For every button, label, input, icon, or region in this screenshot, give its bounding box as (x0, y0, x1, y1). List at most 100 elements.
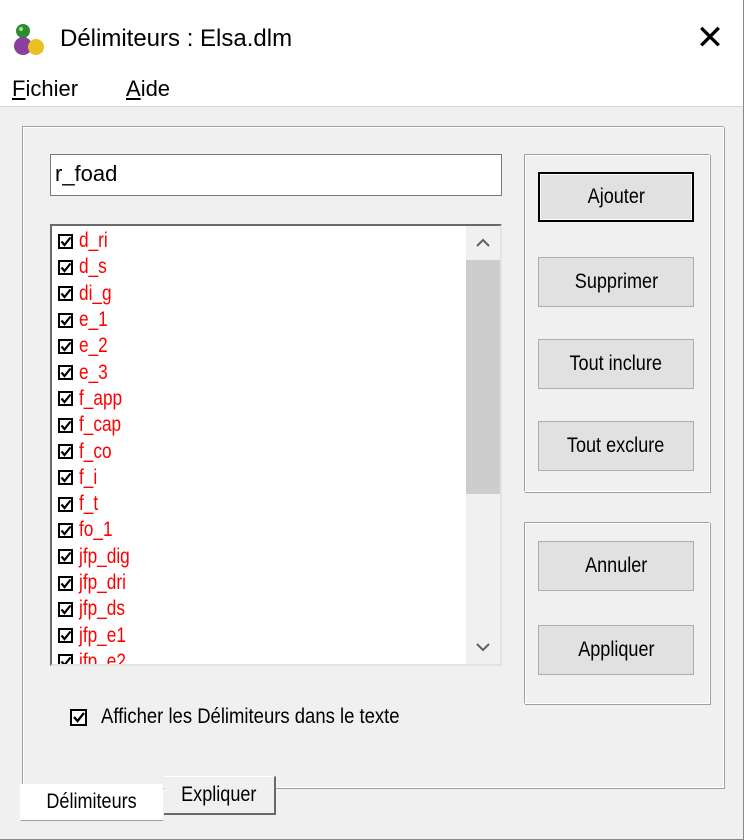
add-button-label: Ajouter (587, 185, 645, 208)
checkmark-icon (60, 473, 72, 484)
list-item[interactable]: jfp_e2 (58, 649, 466, 666)
list-item[interactable]: d_ri (58, 228, 466, 254)
list-item[interactable]: f_app (58, 386, 466, 412)
chevron-up-icon[interactable] (466, 226, 500, 260)
list-item-label: f_cap (79, 413, 122, 437)
checkmark-icon (60, 446, 72, 457)
list-item-checkbox[interactable] (58, 549, 73, 565)
chevron-down-icon[interactable] (466, 630, 500, 664)
menu-aide[interactable]: Aide (126, 76, 170, 102)
list-item-checkbox[interactable] (58, 496, 73, 512)
list-item[interactable]: jfp_dig (58, 544, 466, 570)
list-item-label: f_i (79, 465, 98, 489)
list-item[interactable]: jfp_ds (58, 596, 466, 622)
menu-label: ichier (25, 76, 79, 101)
close-button[interactable]: ✕ (688, 16, 732, 60)
show-delimiters-option[interactable]: Afficher les Délimiteurs dans le texte (70, 705, 440, 729)
list-item-checkbox[interactable] (58, 654, 73, 664)
delete-button[interactable]: Supprimer (538, 257, 694, 307)
checkmark-icon (73, 711, 85, 723)
tab-expliquer-label: Expliquer (181, 783, 257, 806)
list-item-checkbox[interactable] (58, 259, 73, 275)
checkmark-icon (60, 604, 72, 615)
list-item[interactable]: e_1 (58, 307, 466, 333)
list-item-label: jfp_dri (79, 571, 126, 594)
list-item[interactable]: jfp_dri (58, 570, 466, 596)
list-item[interactable]: jfp_e1 (58, 622, 466, 648)
list-item[interactable]: f_co (58, 438, 466, 464)
show-delimiters-label: Afficher les Délimiteurs dans le texte (101, 705, 400, 728)
tab-expliquer[interactable]: Expliquer (164, 776, 276, 815)
list-item-label: f_t (79, 492, 99, 516)
delete-button-label: Supprimer (574, 270, 658, 293)
list-item-checkbox[interactable] (58, 575, 73, 591)
list-item[interactable]: e_2 (58, 333, 466, 359)
list-item[interactable]: d_s (58, 254, 466, 280)
tab-delimiteurs[interactable]: Délimiteurs (20, 784, 163, 821)
list-item-label: d_ri (79, 229, 108, 253)
list-item-checkbox[interactable] (58, 286, 73, 302)
list-item-checkbox[interactable] (58, 470, 73, 486)
delimiter-input[interactable]: r_foad (50, 154, 502, 196)
menu-accelerator: F (12, 76, 26, 101)
list-item-label: e_1 (79, 308, 108, 332)
menu-fichier[interactable]: Fichier (12, 76, 78, 102)
exclude-all-button[interactable]: Tout exclure (538, 421, 694, 471)
menu-accelerator: A (126, 76, 141, 101)
checkmark-icon (60, 236, 72, 247)
exclude-all-button-label: Tout exclure (567, 434, 665, 457)
checkmark-icon (60, 630, 72, 641)
title-bar[interactable]: Délimiteurs : Elsa.dlm ✕ (0, 0, 743, 62)
checkmark-icon (60, 552, 72, 562)
list-item[interactable]: di_g (58, 281, 466, 307)
list-item[interactable]: f_cap (58, 412, 466, 438)
list-scrollbar[interactable] (466, 226, 500, 664)
list-item-checkbox[interactable] (58, 365, 73, 381)
checkmark-icon (60, 525, 72, 536)
delimiter-list[interactable]: d_ri d_s di_g e_1 e_2 e_3 f_app f_cap f_co f_i f_t… (50, 224, 502, 666)
list-item-checkbox[interactable] (58, 601, 73, 617)
list-item-label: f_app (79, 386, 123, 410)
list-item-checkbox[interactable] (58, 233, 73, 249)
delimiter-list-items: d_ri d_s di_g e_1 e_2 e_3 f_app f_cap f_co f_i f_t… (58, 228, 466, 666)
checkmark-icon (60, 657, 72, 664)
list-item-checkbox[interactable] (58, 338, 73, 354)
window-title: Délimiteurs : Elsa.dlm (60, 25, 293, 52)
list-item-label: fo_1 (79, 518, 113, 542)
list-item-label: jfp_e2 (79, 649, 126, 666)
checkmark-icon (60, 341, 72, 352)
scroll-thumb[interactable] (466, 260, 500, 494)
add-button[interactable]: Ajouter (538, 172, 694, 222)
list-item[interactable]: e_3 (58, 359, 466, 385)
list-item-checkbox[interactable] (58, 417, 73, 433)
tab-delimiteurs-label: Délimiteurs (46, 790, 138, 813)
list-item-checkbox[interactable] (58, 312, 73, 328)
include-all-button[interactable]: Tout inclure (538, 339, 694, 389)
apply-button-label: Appliquer (577, 638, 655, 661)
checkmark-icon (60, 289, 72, 299)
checkmark-icon (60, 394, 72, 405)
checkmark-icon (60, 499, 72, 510)
app-icon (14, 24, 44, 55)
cancel-button-label: Annuler (584, 554, 648, 577)
list-item-checkbox[interactable] (58, 628, 73, 644)
checkmark-icon (60, 315, 72, 326)
list-item-label: d_s (79, 255, 107, 279)
menu-bar: Fichier Aide (0, 62, 743, 107)
list-item-label: jfp_dig (79, 544, 130, 568)
list-item-checkbox[interactable] (58, 391, 73, 407)
list-item[interactable]: fo_1 (58, 517, 466, 543)
list-item-checkbox[interactable] (58, 444, 73, 460)
apply-button[interactable]: Appliquer (538, 625, 694, 675)
list-item-label: di_g (79, 281, 112, 305)
checkmark-icon (60, 262, 72, 273)
list-item-label: e_2 (79, 334, 108, 358)
show-delimiters-checkbox[interactable] (70, 708, 87, 726)
list-item[interactable]: f_i (58, 465, 466, 491)
list-item-checkbox[interactable] (58, 522, 73, 538)
list-item[interactable]: f_t (58, 491, 466, 517)
checkmark-icon (60, 367, 72, 378)
include-all-button-label: Tout inclure (569, 352, 663, 375)
cancel-button[interactable]: Annuler (538, 541, 694, 591)
list-item-label: e_3 (79, 360, 108, 384)
